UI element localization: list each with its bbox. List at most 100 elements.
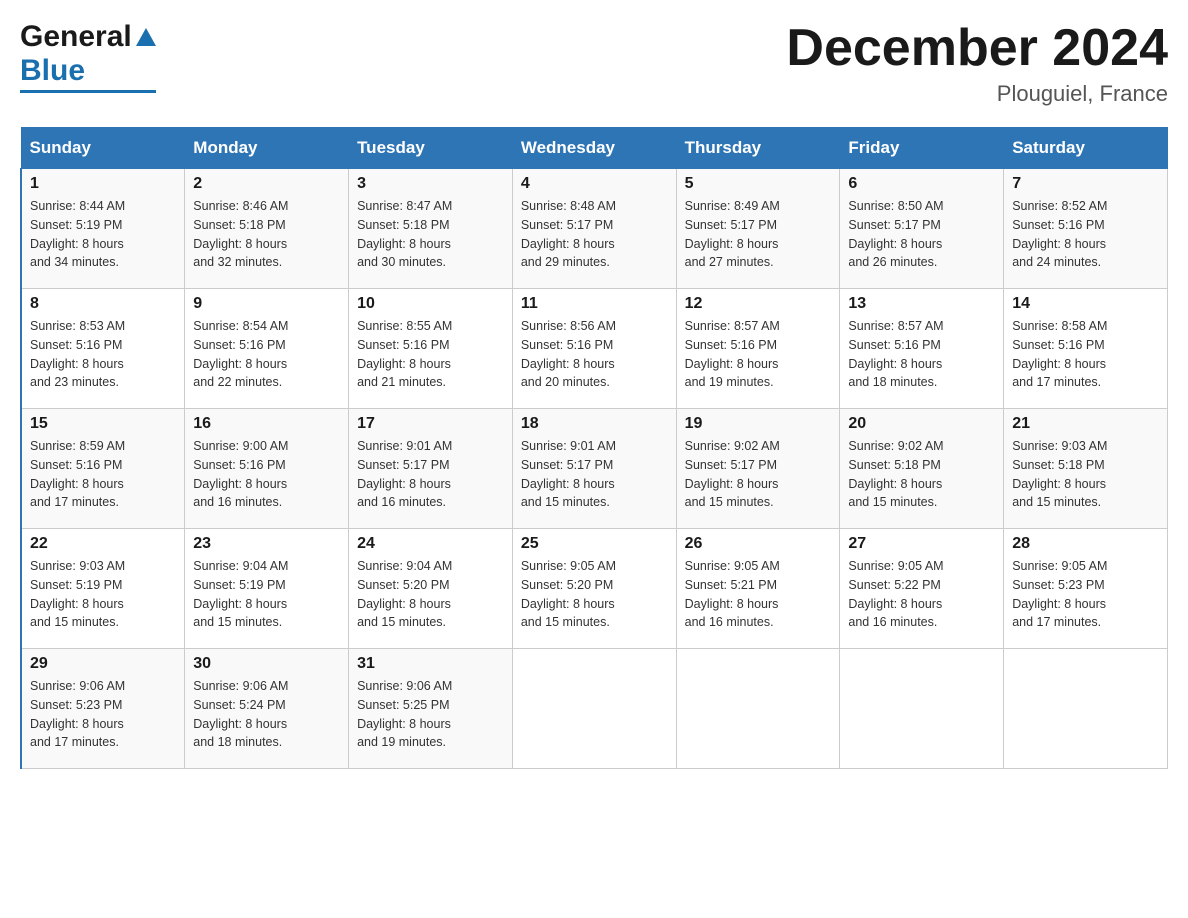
calendar-day-cell: 23 Sunrise: 9:04 AM Sunset: 5:19 PM Dayl…	[185, 529, 349, 649]
day-number: 5	[685, 175, 832, 193]
day-info: Sunrise: 8:55 AM Sunset: 5:16 PM Dayligh…	[357, 317, 504, 392]
day-info: Sunrise: 9:01 AM Sunset: 5:17 PM Dayligh…	[521, 437, 668, 512]
day-number: 3	[357, 175, 504, 193]
calendar-day-cell: 28 Sunrise: 9:05 AM Sunset: 5:23 PM Dayl…	[1004, 529, 1168, 649]
calendar-day-cell: 26 Sunrise: 9:05 AM Sunset: 5:21 PM Dayl…	[676, 529, 840, 649]
logo-underline	[20, 90, 156, 93]
calendar-day-cell: 8 Sunrise: 8:53 AM Sunset: 5:16 PM Dayli…	[21, 289, 185, 409]
day-number: 19	[685, 415, 832, 433]
calendar-week-row: 22 Sunrise: 9:03 AM Sunset: 5:19 PM Dayl…	[21, 529, 1168, 649]
calendar-day-cell	[512, 649, 676, 769]
day-of-week-header: Friday	[840, 128, 1004, 169]
day-number: 2	[193, 175, 340, 193]
day-info: Sunrise: 8:46 AM Sunset: 5:18 PM Dayligh…	[193, 197, 340, 272]
calendar-table: SundayMondayTuesdayWednesdayThursdayFrid…	[20, 127, 1168, 769]
calendar-day-cell: 6 Sunrise: 8:50 AM Sunset: 5:17 PM Dayli…	[840, 169, 1004, 289]
day-number: 16	[193, 415, 340, 433]
calendar-day-cell: 27 Sunrise: 9:05 AM Sunset: 5:22 PM Dayl…	[840, 529, 1004, 649]
day-number: 28	[1012, 535, 1159, 553]
calendar-week-row: 29 Sunrise: 9:06 AM Sunset: 5:23 PM Dayl…	[21, 649, 1168, 769]
day-info: Sunrise: 9:01 AM Sunset: 5:17 PM Dayligh…	[357, 437, 504, 512]
calendar-day-cell: 25 Sunrise: 9:05 AM Sunset: 5:20 PM Dayl…	[512, 529, 676, 649]
day-info: Sunrise: 9:02 AM Sunset: 5:17 PM Dayligh…	[685, 437, 832, 512]
calendar-day-cell: 1 Sunrise: 8:44 AM Sunset: 5:19 PM Dayli…	[21, 169, 185, 289]
day-number: 26	[685, 535, 832, 553]
day-number: 7	[1012, 175, 1159, 193]
day-number: 15	[30, 415, 176, 433]
day-info: Sunrise: 8:44 AM Sunset: 5:19 PM Dayligh…	[30, 197, 176, 272]
day-of-week-header: Saturday	[1004, 128, 1168, 169]
day-number: 31	[357, 655, 504, 673]
day-info: Sunrise: 9:05 AM Sunset: 5:23 PM Dayligh…	[1012, 557, 1159, 632]
calendar-day-cell: 12 Sunrise: 8:57 AM Sunset: 5:16 PM Dayl…	[676, 289, 840, 409]
day-number: 6	[848, 175, 995, 193]
calendar-day-cell: 19 Sunrise: 9:02 AM Sunset: 5:17 PM Dayl…	[676, 409, 840, 529]
day-info: Sunrise: 8:52 AM Sunset: 5:16 PM Dayligh…	[1012, 197, 1159, 272]
calendar-day-cell: 2 Sunrise: 8:46 AM Sunset: 5:18 PM Dayli…	[185, 169, 349, 289]
calendar-day-cell: 17 Sunrise: 9:01 AM Sunset: 5:17 PM Dayl…	[349, 409, 513, 529]
calendar-day-cell: 3 Sunrise: 8:47 AM Sunset: 5:18 PM Dayli…	[349, 169, 513, 289]
day-number: 8	[30, 295, 176, 313]
day-number: 21	[1012, 415, 1159, 433]
day-number: 11	[521, 295, 668, 313]
day-of-week-header: Tuesday	[349, 128, 513, 169]
calendar-day-cell: 7 Sunrise: 8:52 AM Sunset: 5:16 PM Dayli…	[1004, 169, 1168, 289]
day-info: Sunrise: 8:54 AM Sunset: 5:16 PM Dayligh…	[193, 317, 340, 392]
day-info: Sunrise: 9:03 AM Sunset: 5:19 PM Dayligh…	[30, 557, 176, 632]
calendar-day-cell: 29 Sunrise: 9:06 AM Sunset: 5:23 PM Dayl…	[21, 649, 185, 769]
day-info: Sunrise: 9:02 AM Sunset: 5:18 PM Dayligh…	[848, 437, 995, 512]
calendar-day-cell: 18 Sunrise: 9:01 AM Sunset: 5:17 PM Dayl…	[512, 409, 676, 529]
logo-blue: Blue	[20, 54, 85, 88]
calendar-day-cell: 10 Sunrise: 8:55 AM Sunset: 5:16 PM Dayl…	[349, 289, 513, 409]
calendar-week-row: 1 Sunrise: 8:44 AM Sunset: 5:19 PM Dayli…	[21, 169, 1168, 289]
day-info: Sunrise: 8:58 AM Sunset: 5:16 PM Dayligh…	[1012, 317, 1159, 392]
calendar-day-cell: 13 Sunrise: 8:57 AM Sunset: 5:16 PM Dayl…	[840, 289, 1004, 409]
day-of-week-header: Sunday	[21, 128, 185, 169]
calendar-day-cell: 20 Sunrise: 9:02 AM Sunset: 5:18 PM Dayl…	[840, 409, 1004, 529]
day-info: Sunrise: 8:48 AM Sunset: 5:17 PM Dayligh…	[521, 197, 668, 272]
day-number: 18	[521, 415, 668, 433]
day-of-week-header: Wednesday	[512, 128, 676, 169]
day-number: 13	[848, 295, 995, 313]
page-header: General Blue December 2024 Plouguiel, Fr…	[20, 20, 1168, 107]
calendar-day-cell: 4 Sunrise: 8:48 AM Sunset: 5:17 PM Dayli…	[512, 169, 676, 289]
day-info: Sunrise: 9:03 AM Sunset: 5:18 PM Dayligh…	[1012, 437, 1159, 512]
calendar-day-cell	[840, 649, 1004, 769]
calendar-day-cell: 15 Sunrise: 8:59 AM Sunset: 5:16 PM Dayl…	[21, 409, 185, 529]
day-number: 29	[30, 655, 176, 673]
calendar-day-cell	[1004, 649, 1168, 769]
calendar-day-cell: 5 Sunrise: 8:49 AM Sunset: 5:17 PM Dayli…	[676, 169, 840, 289]
day-info: Sunrise: 9:04 AM Sunset: 5:20 PM Dayligh…	[357, 557, 504, 632]
calendar-day-cell: 30 Sunrise: 9:06 AM Sunset: 5:24 PM Dayl…	[185, 649, 349, 769]
day-number: 17	[357, 415, 504, 433]
day-info: Sunrise: 9:00 AM Sunset: 5:16 PM Dayligh…	[193, 437, 340, 512]
day-number: 9	[193, 295, 340, 313]
day-info: Sunrise: 8:56 AM Sunset: 5:16 PM Dayligh…	[521, 317, 668, 392]
day-number: 20	[848, 415, 995, 433]
day-info: Sunrise: 9:05 AM Sunset: 5:22 PM Dayligh…	[848, 557, 995, 632]
calendar-day-cell: 22 Sunrise: 9:03 AM Sunset: 5:19 PM Dayl…	[21, 529, 185, 649]
day-number: 30	[193, 655, 340, 673]
calendar-day-cell: 24 Sunrise: 9:04 AM Sunset: 5:20 PM Dayl…	[349, 529, 513, 649]
day-info: Sunrise: 8:53 AM Sunset: 5:16 PM Dayligh…	[30, 317, 176, 392]
month-title: December 2024	[786, 20, 1168, 77]
day-number: 10	[357, 295, 504, 313]
day-number: 1	[30, 175, 176, 193]
day-of-week-header: Thursday	[676, 128, 840, 169]
calendar-day-cell: 11 Sunrise: 8:56 AM Sunset: 5:16 PM Dayl…	[512, 289, 676, 409]
day-info: Sunrise: 8:57 AM Sunset: 5:16 PM Dayligh…	[685, 317, 832, 392]
day-number: 24	[357, 535, 504, 553]
calendar-day-cell: 21 Sunrise: 9:03 AM Sunset: 5:18 PM Dayl…	[1004, 409, 1168, 529]
day-number: 12	[685, 295, 832, 313]
day-number: 23	[193, 535, 340, 553]
day-number: 25	[521, 535, 668, 553]
calendar-day-cell: 9 Sunrise: 8:54 AM Sunset: 5:16 PM Dayli…	[185, 289, 349, 409]
day-info: Sunrise: 8:59 AM Sunset: 5:16 PM Dayligh…	[30, 437, 176, 512]
day-info: Sunrise: 9:05 AM Sunset: 5:21 PM Dayligh…	[685, 557, 832, 632]
day-info: Sunrise: 8:49 AM Sunset: 5:17 PM Dayligh…	[685, 197, 832, 272]
calendar-day-cell	[676, 649, 840, 769]
calendar-week-row: 15 Sunrise: 8:59 AM Sunset: 5:16 PM Dayl…	[21, 409, 1168, 529]
logo-triangle-icon	[136, 28, 156, 46]
calendar-day-cell: 31 Sunrise: 9:06 AM Sunset: 5:25 PM Dayl…	[349, 649, 513, 769]
day-number: 14	[1012, 295, 1159, 313]
